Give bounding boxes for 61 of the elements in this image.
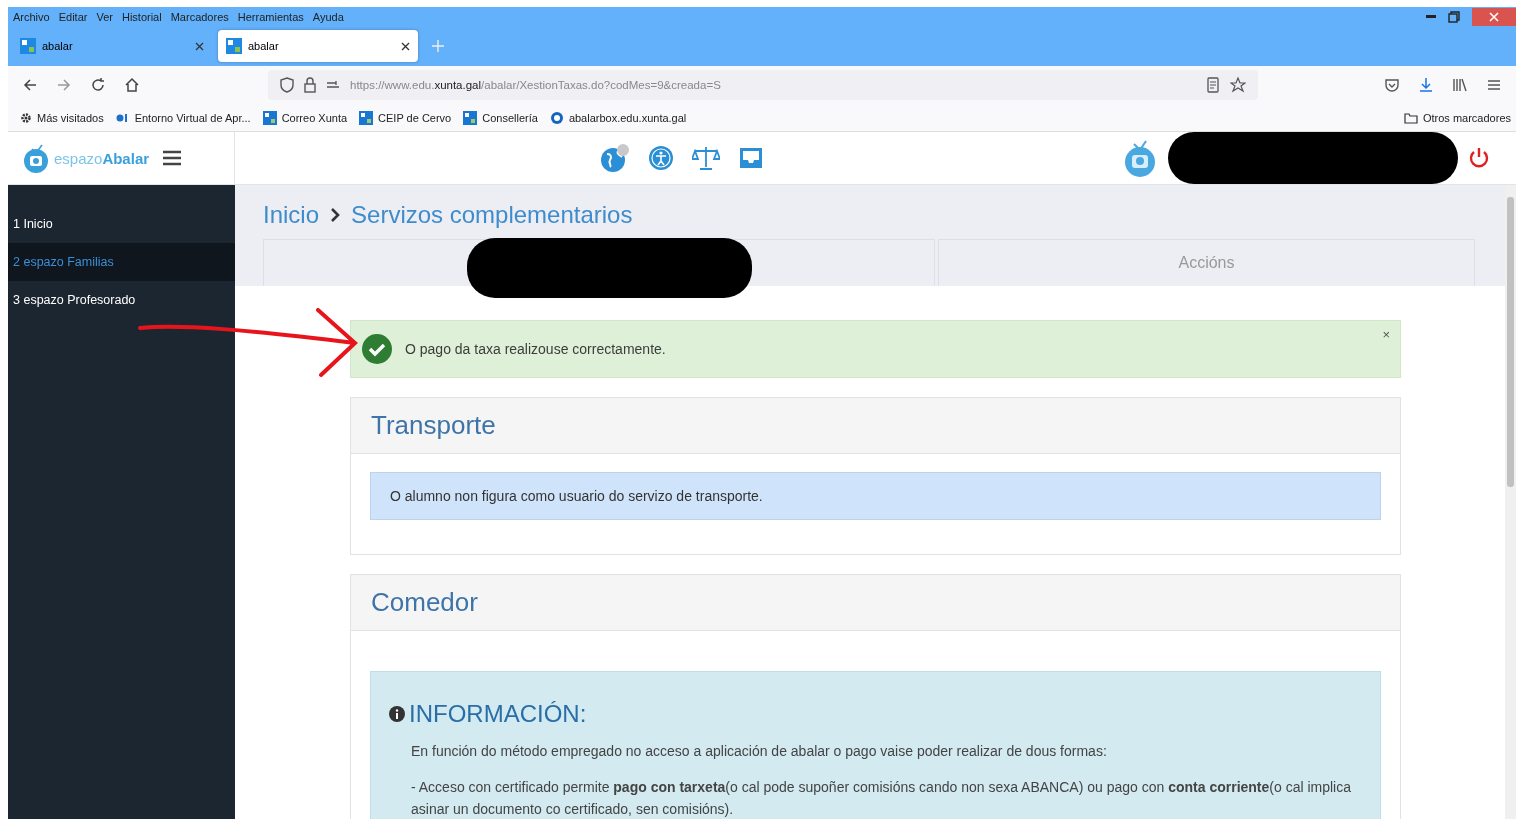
scales-icon[interactable]: [692, 145, 720, 171]
panel-title: Transporte: [371, 410, 496, 441]
menu-item[interactable]: Marcadores: [170, 10, 229, 23]
bookmark[interactable]: Entorno Virtual de Apr...: [115, 111, 251, 124]
home-icon[interactable]: [124, 77, 140, 93]
bookmark[interactable]: Correo Xunta: [262, 110, 348, 125]
alert-message: O pago da taxa realizouse correctamente.: [405, 341, 666, 357]
breadcrumb-item: Servizos complementarios: [351, 201, 633, 229]
bookmark[interactable]: Consellería: [463, 110, 538, 125]
menu-item[interactable]: Editar: [58, 10, 88, 23]
info-paragraph: - Acceso con certificado permite pago con tarxeta(o cal pode supoñer comisións cando non sexa ABANCA) ou pago con conta corriente(o cal implica asinar un documento co certificado, sen comisións).: [411, 778, 1352, 819]
folder-icon: [1403, 111, 1418, 124]
favicon-icon: [226, 38, 242, 54]
inbox-icon[interactable]: [738, 145, 764, 171]
favicon-icon: [262, 110, 277, 125]
menu-item[interactable]: Herramientas: [237, 10, 304, 23]
bookmark[interactable]: abalarbox.edu.xunta.gal: [549, 110, 687, 125]
library-icon[interactable]: [1452, 77, 1468, 93]
favicon-icon: [20, 38, 36, 54]
minimize-icon[interactable]: [1426, 14, 1436, 19]
close-icon[interactable]: [195, 41, 204, 51]
menu-item[interactable]: Ver: [96, 10, 113, 23]
favicon-icon: [463, 110, 478, 125]
close-icon[interactable]: [401, 41, 410, 51]
check-icon: [361, 333, 393, 365]
bookmark[interactable]: CEIP de Cervo: [359, 110, 452, 125]
info-icon: [389, 706, 405, 722]
info-message: O alumno non figura como usuario do servizo de transporte.: [370, 472, 1381, 520]
avatar-icon: [1122, 138, 1158, 178]
panel-title: Comedor: [371, 587, 478, 618]
address-bar[interactable]: https://www.edu.xunta.gal/abalar/XestionTaxas.do?codMes=9&creada=S: [268, 70, 1258, 100]
accessibility-icon[interactable]: [648, 145, 674, 171]
info-paragraph: En función do método empregado no acceso a aplicación de abalar o pago vaise poder realizar de dous formas:: [411, 742, 1108, 761]
power-icon[interactable]: [1468, 147, 1490, 169]
sidebar-item[interactable]: 3 espazo Profesorado: [8, 281, 235, 319]
bookmark[interactable]: Más visitados: [20, 111, 104, 124]
ring-icon: [549, 110, 564, 125]
info-heading: INFORMACIÓN:: [409, 700, 587, 728]
sidebar-item[interactable]: 1 Inicio: [8, 205, 235, 243]
browser-tab[interactable]: abalar: [12, 30, 212, 62]
close-button[interactable]: ×: [1382, 327, 1390, 342]
favicon-icon: [359, 110, 374, 125]
browser-tab[interactable]: abalar: [218, 30, 418, 62]
scrollbar[interactable]: [1505, 185, 1516, 819]
gear-icon: [20, 111, 32, 124]
reload-icon[interactable]: [90, 77, 106, 93]
menu-item[interactable]: Historial: [121, 10, 162, 23]
menu-item[interactable]: Archivo: [13, 10, 50, 23]
logo-icon: [22, 142, 50, 174]
download-icon[interactable]: [1418, 77, 1434, 93]
menu-icon[interactable]: [163, 150, 182, 166]
globe-icon[interactable]: [600, 143, 630, 173]
sidebar-item[interactable]: 2 espazo Familias: [8, 243, 235, 281]
bookmark-folder[interactable]: Otros marcadores: [1403, 111, 1511, 124]
menu-item[interactable]: Ayuda: [312, 10, 344, 23]
back-icon[interactable]: [22, 77, 38, 93]
chevron-icon: [329, 207, 342, 223]
pocket-icon[interactable]: [1384, 77, 1400, 93]
restore-icon[interactable]: [1448, 10, 1460, 23]
bookmark-icon: [115, 112, 130, 123]
forward-icon[interactable]: [56, 77, 72, 93]
